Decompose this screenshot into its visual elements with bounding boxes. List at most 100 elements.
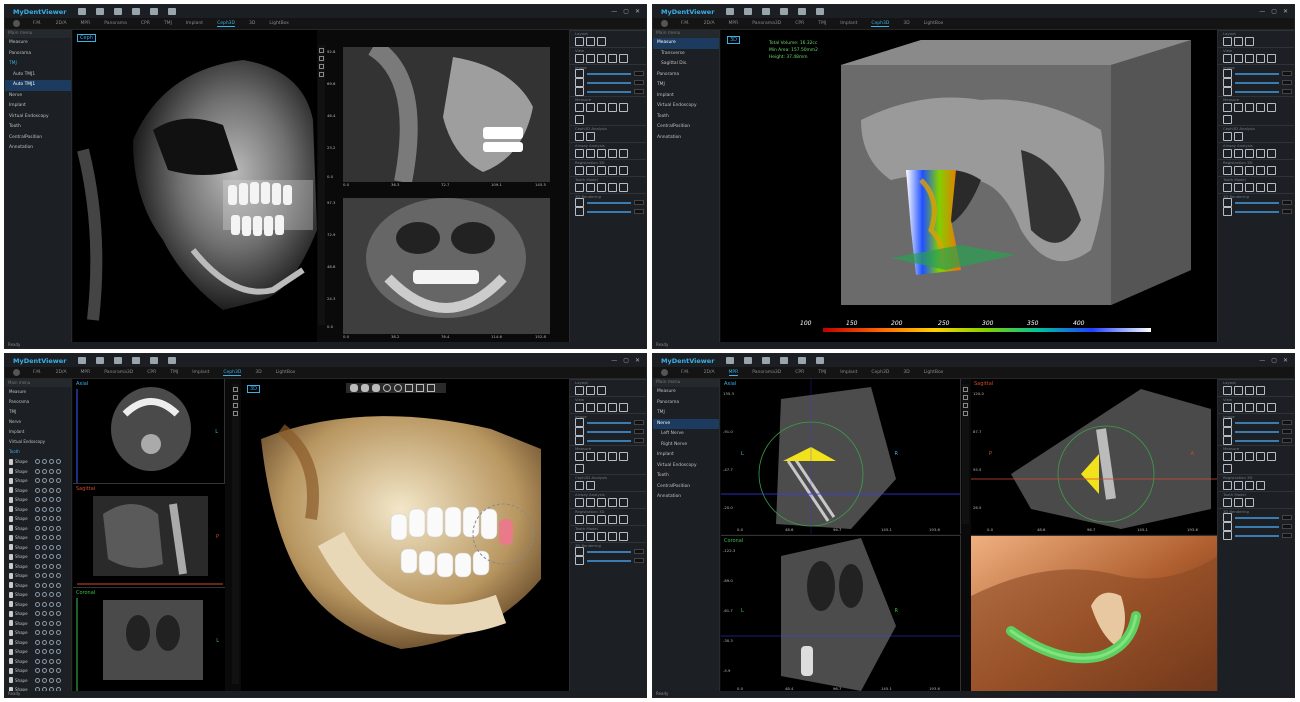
sharpen-value[interactable] bbox=[1282, 89, 1292, 94]
patient-avatar[interactable] bbox=[13, 20, 20, 27]
zoom-icon[interactable] bbox=[963, 387, 968, 392]
rect-icon[interactable] bbox=[619, 451, 628, 461]
delete-icon[interactable] bbox=[56, 478, 61, 484]
curve-icon[interactable] bbox=[1245, 451, 1254, 461]
reg-4-icon[interactable] bbox=[608, 165, 617, 175]
render-opacity-slider[interactable] bbox=[1235, 516, 1279, 519]
tooth-shape-row[interactable]: Shape bbox=[5, 628, 71, 638]
rect-icon[interactable] bbox=[1267, 102, 1276, 112]
mpr-coronal-view[interactable]: Coronal L bbox=[73, 587, 225, 693]
nerve-2-icon[interactable] bbox=[1234, 480, 1243, 490]
lock-icon[interactable] bbox=[42, 516, 47, 522]
angle2-icon[interactable] bbox=[1256, 102, 1265, 112]
tab-implant[interactable]: Implant bbox=[840, 21, 857, 26]
color-icon[interactable] bbox=[49, 677, 54, 683]
tooth-3-icon[interactable] bbox=[1245, 182, 1254, 192]
menu-tmj[interactable]: TMJ bbox=[653, 80, 719, 91]
color-icon[interactable] bbox=[49, 639, 54, 645]
minimize-button[interactable]: — bbox=[1259, 8, 1265, 15]
menu-sagittal-dis[interactable]: Sagittal Dis. bbox=[653, 59, 719, 70]
visible-icon[interactable] bbox=[35, 620, 40, 626]
tab-tmj[interactable]: TMJ bbox=[170, 370, 178, 375]
layout-2x2-icon[interactable] bbox=[597, 385, 606, 395]
menu-virtual-endoscopy[interactable]: Virtual Endoscopy bbox=[5, 437, 71, 447]
pan-icon[interactable] bbox=[575, 53, 584, 63]
menu-tooth[interactable]: Tooth bbox=[5, 447, 71, 457]
curve-icon[interactable] bbox=[597, 102, 606, 112]
menu-measure[interactable]: Measure bbox=[5, 38, 71, 49]
tab-tmj[interactable]: TMJ bbox=[818, 21, 826, 26]
tab-ceph3d[interactable]: Ceph3D bbox=[223, 370, 242, 376]
render-threshold-slider[interactable] bbox=[587, 210, 631, 213]
tooth-2-icon[interactable] bbox=[1234, 182, 1243, 192]
color-icon[interactable] bbox=[49, 544, 54, 550]
tooth-shape-row[interactable]: Shape bbox=[5, 495, 71, 505]
delete-icon[interactable] bbox=[56, 487, 61, 493]
airway-3-icon[interactable] bbox=[1245, 148, 1254, 158]
lock-icon[interactable] bbox=[42, 535, 47, 541]
airway-4-icon[interactable] bbox=[608, 148, 617, 158]
nerve-sagittal-view[interactable]: Sagittal P A 0.0 48.6 96.7 145.1 193.6 1… bbox=[971, 379, 1218, 534]
menu-transverse[interactable]: Transverse bbox=[653, 49, 719, 60]
grid3-icon[interactable] bbox=[427, 384, 435, 392]
tab-panorama3d[interactable]: Panorama3D bbox=[104, 370, 133, 375]
lock-icon[interactable] bbox=[42, 658, 47, 664]
patient-avatar[interactable] bbox=[13, 369, 20, 376]
folder-icon[interactable] bbox=[726, 8, 734, 15]
angle2-icon[interactable] bbox=[608, 102, 617, 112]
help-icon[interactable] bbox=[798, 357, 806, 364]
menu-annotation[interactable]: Annotation bbox=[5, 143, 71, 154]
arch-lower-icon[interactable] bbox=[394, 384, 402, 392]
layout-1x2-icon[interactable] bbox=[1234, 36, 1243, 46]
color-icon[interactable] bbox=[49, 611, 54, 617]
nerve-1-icon[interactable] bbox=[1223, 480, 1232, 490]
tooth-shape-row[interactable]: Shape bbox=[5, 524, 71, 534]
ceph-skull-icon[interactable] bbox=[1223, 131, 1232, 141]
menu-implant[interactable]: Implant bbox=[5, 101, 71, 112]
color-icon[interactable] bbox=[49, 573, 54, 579]
visible-icon[interactable] bbox=[35, 535, 40, 541]
color-icon[interactable] bbox=[49, 487, 54, 493]
airway-5-icon[interactable] bbox=[619, 148, 628, 158]
tooth-shape-row[interactable]: Shape bbox=[5, 571, 71, 581]
visible-icon[interactable] bbox=[35, 611, 40, 617]
delete-icon[interactable] bbox=[56, 582, 61, 588]
reg-5-icon[interactable] bbox=[1267, 165, 1276, 175]
tooth-shape-row[interactable]: Shape bbox=[5, 676, 71, 686]
delete-icon[interactable] bbox=[56, 563, 61, 569]
delete-icon[interactable] bbox=[56, 649, 61, 655]
tab-3d[interactable]: 3D bbox=[903, 21, 909, 26]
visible-icon[interactable] bbox=[35, 592, 40, 598]
settings-icon[interactable] bbox=[132, 8, 140, 15]
brightness-slider[interactable] bbox=[587, 421, 631, 424]
airway-3-icon[interactable] bbox=[597, 148, 606, 158]
print-icon[interactable] bbox=[114, 8, 122, 15]
reset-view-icon[interactable] bbox=[619, 53, 628, 63]
reset-view-icon[interactable] bbox=[619, 402, 628, 412]
brightness-value[interactable] bbox=[634, 71, 644, 76]
visible-icon[interactable] bbox=[35, 478, 40, 484]
color-icon[interactable] bbox=[49, 668, 54, 674]
tooth-4-icon[interactable] bbox=[608, 531, 617, 541]
delete-icon[interactable] bbox=[56, 525, 61, 531]
tab-panorama[interactable]: Panorama bbox=[104, 21, 127, 26]
lock-icon[interactable] bbox=[42, 487, 47, 493]
tab-fm[interactable]: F.M. bbox=[33, 370, 42, 375]
line-measure-icon[interactable] bbox=[1223, 451, 1232, 461]
lock-icon[interactable] bbox=[42, 639, 47, 645]
lock-icon[interactable] bbox=[42, 459, 47, 465]
delete-icon[interactable] bbox=[56, 592, 61, 598]
color-icon[interactable] bbox=[49, 535, 54, 541]
tooth-shape-row[interactable]: Shape bbox=[5, 476, 71, 486]
sharpen-slider[interactable] bbox=[1235, 439, 1279, 442]
menu-tmj[interactable]: TMJ bbox=[5, 407, 71, 417]
layout-icon[interactable] bbox=[963, 395, 968, 400]
help-icon[interactable] bbox=[150, 8, 158, 15]
settings-icon[interactable] bbox=[780, 8, 788, 15]
tooth-5-icon[interactable] bbox=[619, 531, 628, 541]
rotate-icon[interactable] bbox=[586, 402, 595, 412]
angle-icon[interactable] bbox=[1234, 451, 1243, 461]
angle2-icon[interactable] bbox=[608, 451, 617, 461]
brightness-value[interactable] bbox=[1282, 420, 1292, 425]
print-icon[interactable] bbox=[762, 8, 770, 15]
